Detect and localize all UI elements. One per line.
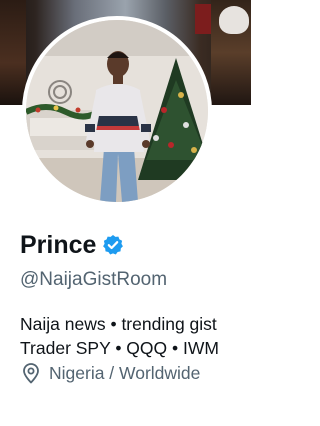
banner-headwrap [219,6,249,34]
profile-avatar[interactable] [22,16,212,206]
verified-badge-icon[interactable] [102,234,124,256]
avatar-photo [26,20,208,202]
username-handle: @NaijaGistRoom [20,269,168,290]
display-name: Prince [20,231,97,259]
profile-bio: Naija news • trending gist Trader SPY • … [20,312,251,360]
location-pin-icon [20,362,42,384]
location-row: Nigeria / Worldwide [20,360,200,386]
bio-line: Trader SPY • QQQ • IWM [20,338,219,358]
bio-line: Naija news • trending gist [20,314,217,334]
banner-left-photo [0,0,26,105]
name-row: Prince [20,228,124,262]
location-text: Nigeria / Worldwide [49,363,201,383]
